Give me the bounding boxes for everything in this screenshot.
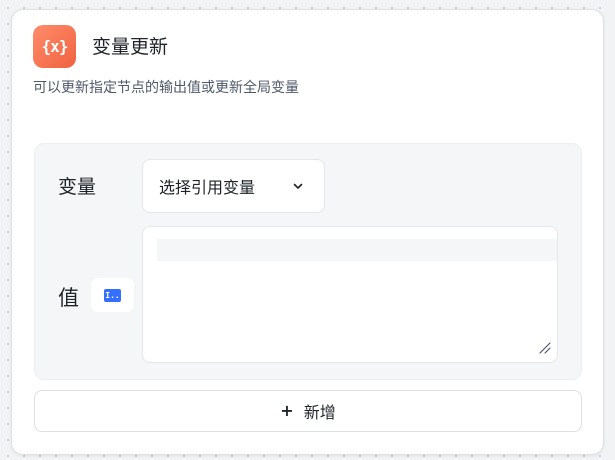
- add-button-label: 新增: [303, 403, 336, 422]
- variable-braces-icon: {x}: [33, 25, 76, 68]
- node-description: 可以更新指定节点的输出值或更新全局变量: [33, 80, 299, 96]
- editor-active-line: [157, 239, 557, 261]
- value-type-button[interactable]: I..: [91, 278, 134, 312]
- variable-select[interactable]: 选择引用变量: [142, 159, 325, 213]
- variable-select-text: 选择引用变量: [159, 178, 256, 197]
- value-label: 值: [58, 286, 79, 310]
- resize-handle-icon[interactable]: [537, 340, 551, 354]
- variable-update-node[interactable]: {x} 变量更新 可以更新指定节点的输出值或更新全局变量 变量 选择引用变量 值…: [11, 9, 604, 455]
- add-button[interactable]: + 新增: [34, 390, 582, 432]
- chevron-down-icon: [293, 183, 303, 189]
- value-editor[interactable]: [142, 226, 558, 363]
- text-type-icon: I..: [104, 288, 121, 302]
- node-title: 变量更新: [92, 36, 169, 58]
- plus-icon: +: [280, 401, 294, 420]
- variable-label: 变量: [58, 176, 97, 198]
- variable-form-panel: 变量 选择引用变量 值 I..: [34, 143, 582, 380]
- variable-braces-glyph: {x}: [41, 37, 69, 56]
